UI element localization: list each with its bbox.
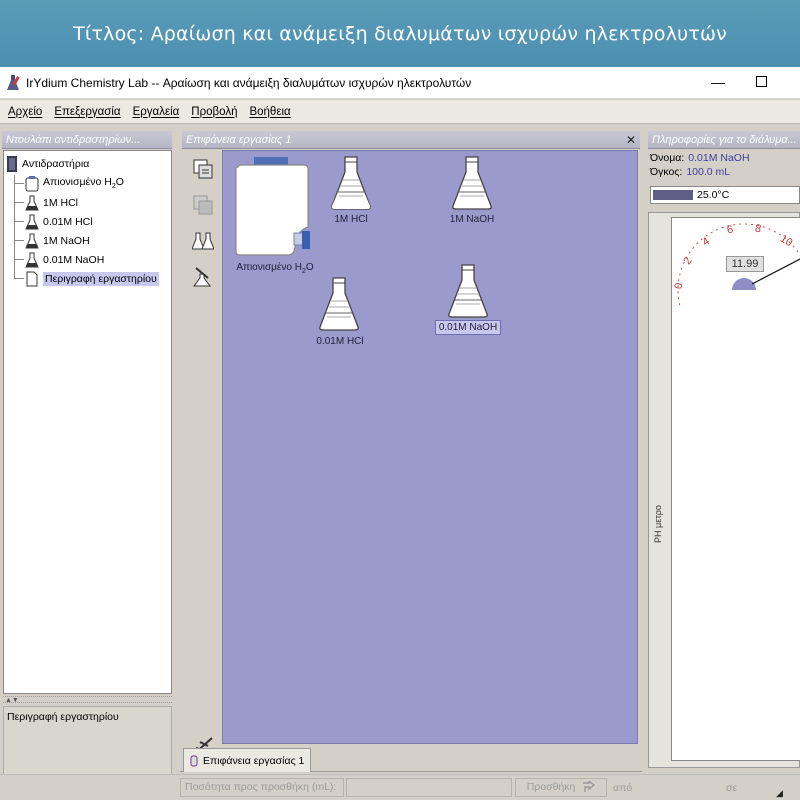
from-label: από — [613, 782, 633, 794]
quantity-label: Ποσότητα προς προσθήκη (mL): — [180, 778, 344, 797]
close-icon[interactable]: ✕ — [626, 131, 636, 148]
add-button-label: Προσθήκη — [526, 781, 576, 793]
flask-1m-hcl[interactable] — [330, 156, 372, 210]
stockroom-header: Ντουλάπι αντιδραστηρίων... — [2, 131, 172, 149]
menu-view[interactable]: Προβολή — [191, 106, 237, 118]
tree-item-label: 1M HCl — [43, 196, 79, 209]
ph-meter: 0 2 4 6 8 10 11.99 — [671, 217, 800, 761]
pour-arrow-icon — [583, 779, 596, 793]
tree-item-label: Περιγραφή εργαστηρίου — [43, 271, 159, 286]
panel-splitter[interactable]: ▲▼ — [3, 696, 172, 704]
tree-item-label: 0.01M HCl — [43, 215, 93, 228]
carboy-icon — [235, 157, 310, 256]
flask-1m-naoh-label: 1M NaOH — [449, 214, 495, 225]
reagent-tree: Αντιδραστήρια Απιονισμένο H2O 1M HCl 0.0… — [3, 150, 172, 694]
copy-tool-icon[interactable] — [192, 194, 214, 216]
temperature-bar — [653, 190, 693, 200]
workbench-canvas[interactable]: Απιονισμένο H2O 1M HCl 1M NaOH 0.01M HCl — [222, 150, 638, 744]
tree-item-label: 0.01M NaOH — [43, 253, 105, 266]
tree-item-1m-hcl[interactable]: 1M HCl — [25, 194, 78, 211]
tree-root-reagents[interactable]: Αντιδραστήρια — [6, 155, 89, 172]
water-carboy-label: Απιονισμένο H2O — [236, 262, 314, 275]
transfer-tool-icon[interactable] — [192, 158, 214, 180]
menu-help[interactable]: Βοήθεια — [249, 106, 290, 118]
water-carboy[interactable] — [232, 155, 318, 259]
workbench-panel: Επιφάνεια εργασίας 1 ✕ Απιονισμένο H2O 1… — [180, 130, 642, 796]
app-flask-icon — [7, 74, 20, 90]
window-title: IrYdium Chemistry Lab -- Αραίωση και ανά… — [26, 75, 472, 90]
transfer-bar: Ποσότητα προς προσθήκη (mL): Προσθήκη απ… — [0, 774, 800, 800]
volume-label: Όγκος: — [650, 166, 683, 178]
tree-item-1m-naoh[interactable]: 1M NaOH — [25, 232, 90, 249]
solution-info-header: Πληροφορίες για το διάλυμα... — [648, 131, 800, 149]
flask-1m-naoh[interactable] — [451, 156, 493, 210]
tree-root-label: Αντιδραστήρια — [22, 157, 90, 170]
name-value: 0.01M NaOH — [688, 152, 750, 164]
flask-icon — [25, 214, 39, 229]
volume-value: 100.0 mL — [686, 166, 731, 178]
solution-volume-row: Όγκος: 100.0 mL — [650, 166, 730, 178]
resize-grip-icon[interactable]: ◢ — [776, 788, 783, 799]
minimize-button[interactable]: — — [711, 74, 725, 90]
water-bottle-icon — [25, 175, 39, 191]
add-button[interactable]: Προσθήκη — [515, 778, 607, 797]
flask-001m-hcl-label: 0.01M HCl — [316, 336, 364, 347]
stockroom-panel: Ντουλάπι αντιδραστηρίων... Αντιδραστήρια… — [0, 130, 176, 796]
document-icon — [26, 271, 38, 286]
solution-info-panel: Πληροφορίες για το διάλυμα... Όνομα: 0.01… — [646, 130, 800, 796]
cabinet-icon — [7, 155, 17, 172]
flask-icon — [25, 195, 39, 210]
mix-tool-icon[interactable] — [192, 266, 214, 288]
quantity-input[interactable] — [346, 778, 512, 797]
maximize-button[interactable] — [756, 76, 767, 87]
lab-description-title: Περιγραφή εργαστηρίου — [7, 711, 119, 723]
tree-item-lab-description[interactable]: Περιγραφή εργαστηρίου — [25, 270, 159, 287]
flask-icon — [25, 233, 39, 248]
tree-item-001m-naoh[interactable]: 0.01M NaOH — [25, 251, 104, 268]
menu-edit[interactable]: Επεξεργασία — [54, 106, 120, 118]
flask-001m-naoh-label: 0.01M NaOH — [435, 320, 501, 335]
tab-workbench-1[interactable]: Επιφάνεια εργασίας 1 — [183, 748, 311, 772]
tree-item-label: 1M NaOH — [43, 234, 90, 247]
tree-item-001m-hcl[interactable]: 0.01M HCl — [25, 213, 93, 230]
flask-001m-hcl[interactable] — [318, 277, 360, 331]
temperature-value: 25.0°C — [697, 189, 730, 201]
ph-meter-label: PH μετρο — [653, 505, 663, 543]
workbench-title: Επιφάνεια εργασίας 1 — [186, 134, 292, 146]
name-label: Όνομα: — [650, 152, 685, 164]
ph-meter-frame: PH μετρο 0 2 4 6 8 10 11.99 — [648, 212, 800, 768]
menu-file[interactable]: Αρχείο — [8, 106, 42, 118]
flask-1m-hcl-label: 1M HCl — [334, 214, 368, 225]
menu-bar: Αρχείο Επεξεργασία Εργαλεία Προβολή Βοήθ… — [0, 100, 800, 124]
flask-icon — [25, 252, 39, 267]
to-label: σε — [726, 782, 738, 794]
workbench-header: Επιφάνεια εργασίας 1 ✕ — [182, 131, 640, 149]
flask-001m-naoh[interactable] — [447, 264, 489, 318]
tree-item-water[interactable]: Απιονισμένο H2O — [25, 175, 124, 192]
banner-title: Τίτλος: Αραίωση και ανάμειξη διαλυμάτων … — [0, 0, 800, 67]
workbench-toolbar — [184, 150, 222, 755]
glassware-tool-icon[interactable] — [192, 230, 214, 252]
window-titlebar: IrYdium Chemistry Lab -- Αραίωση και ανά… — [0, 67, 800, 99]
tree-item-label: Απιονισμένο H2O — [43, 176, 124, 191]
menu-tools[interactable]: Εργαλεία — [133, 106, 180, 118]
temperature-display: 25.0°C — [650, 186, 800, 204]
flask-small-icon — [190, 755, 198, 766]
solution-name-row: Όνομα: 0.01M NaOH — [650, 152, 750, 164]
ph-value-display: 11.99 — [726, 256, 764, 272]
tab-label: Επιφάνεια εργασίας 1 — [203, 754, 305, 767]
